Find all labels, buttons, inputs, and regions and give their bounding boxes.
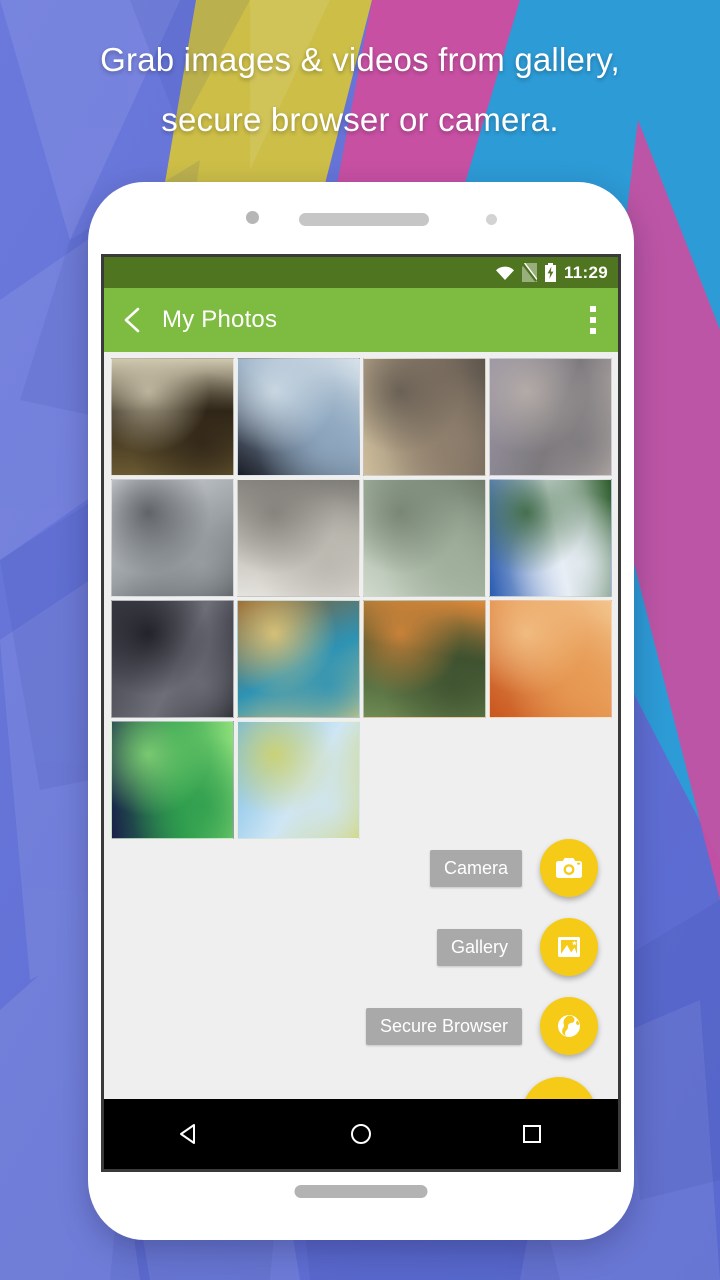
wifi-icon <box>495 266 514 280</box>
photo-thumbnail[interactable] <box>237 721 360 839</box>
camera-icon <box>555 858 583 878</box>
photo-thumbnail[interactable] <box>111 721 234 839</box>
image-icon <box>558 937 580 957</box>
nav-back-icon[interactable] <box>160 1112 220 1156</box>
photo-grid <box>104 352 618 839</box>
overflow-dot-1 <box>590 306 596 312</box>
globe-icon <box>558 1015 580 1037</box>
no-sim-icon <box>521 263 537 282</box>
fab-label-gallery[interactable]: Gallery <box>436 928 522 966</box>
page-title: My Photos <box>162 306 278 333</box>
gallery-fab-button[interactable] <box>540 918 598 976</box>
photo-thumbnail[interactable] <box>111 600 234 718</box>
photo-thumbnail[interactable] <box>489 600 612 718</box>
proximity-sensor-icon <box>246 211 259 224</box>
status-bar-clock: 11:29 <box>563 262 608 282</box>
photo-thumbnail[interactable] <box>111 479 234 597</box>
photo-thumbnail[interactable] <box>237 358 360 476</box>
photo-thumbnail[interactable] <box>363 358 486 476</box>
earpiece-speaker <box>299 213 429 226</box>
camera-fab-button[interactable] <box>540 839 598 897</box>
photo-thumbnail[interactable] <box>489 479 612 597</box>
secure-browser-fab-button[interactable] <box>540 997 598 1055</box>
fab-label-camera[interactable]: Camera <box>429 849 522 887</box>
back-chevron-icon[interactable] <box>120 305 146 335</box>
overflow-menu-icon[interactable] <box>590 306 596 334</box>
nav-home-icon[interactable] <box>331 1112 391 1156</box>
photo-thumbnail[interactable] <box>489 358 612 476</box>
status-bar: 11:29 <box>104 257 618 288</box>
android-navigation-bar <box>104 1099 618 1169</box>
phone-screen: 11:29 My Photos Camera Gallery Secure Br… <box>101 254 621 1172</box>
fab-action-gallery[interactable]: Gallery <box>436 918 598 976</box>
fab-action-secure-browser[interactable]: Secure Browser <box>365 997 598 1055</box>
overflow-dot-3 <box>590 328 596 334</box>
photo-thumbnail[interactable] <box>363 600 486 718</box>
fab-action-camera[interactable]: Camera <box>429 839 598 897</box>
battery-charging-icon <box>544 263 556 282</box>
photo-thumbnail[interactable] <box>237 479 360 597</box>
nav-recents-icon[interactable] <box>502 1112 562 1156</box>
front-camera-icon <box>486 214 497 225</box>
photo-thumbnail[interactable] <box>363 479 486 597</box>
phone-mockup: 11:29 My Photos Camera Gallery Secure Br… <box>88 182 634 1240</box>
app-bar: My Photos <box>104 288 618 352</box>
overflow-dot-2 <box>590 317 596 323</box>
phone-bottom-speaker <box>294 1185 428 1198</box>
fab-label-secure-browser[interactable]: Secure Browser <box>365 1007 522 1045</box>
photo-thumbnail[interactable] <box>111 358 234 476</box>
photo-thumbnail[interactable] <box>237 600 360 718</box>
phone-top-bezel <box>88 182 634 246</box>
